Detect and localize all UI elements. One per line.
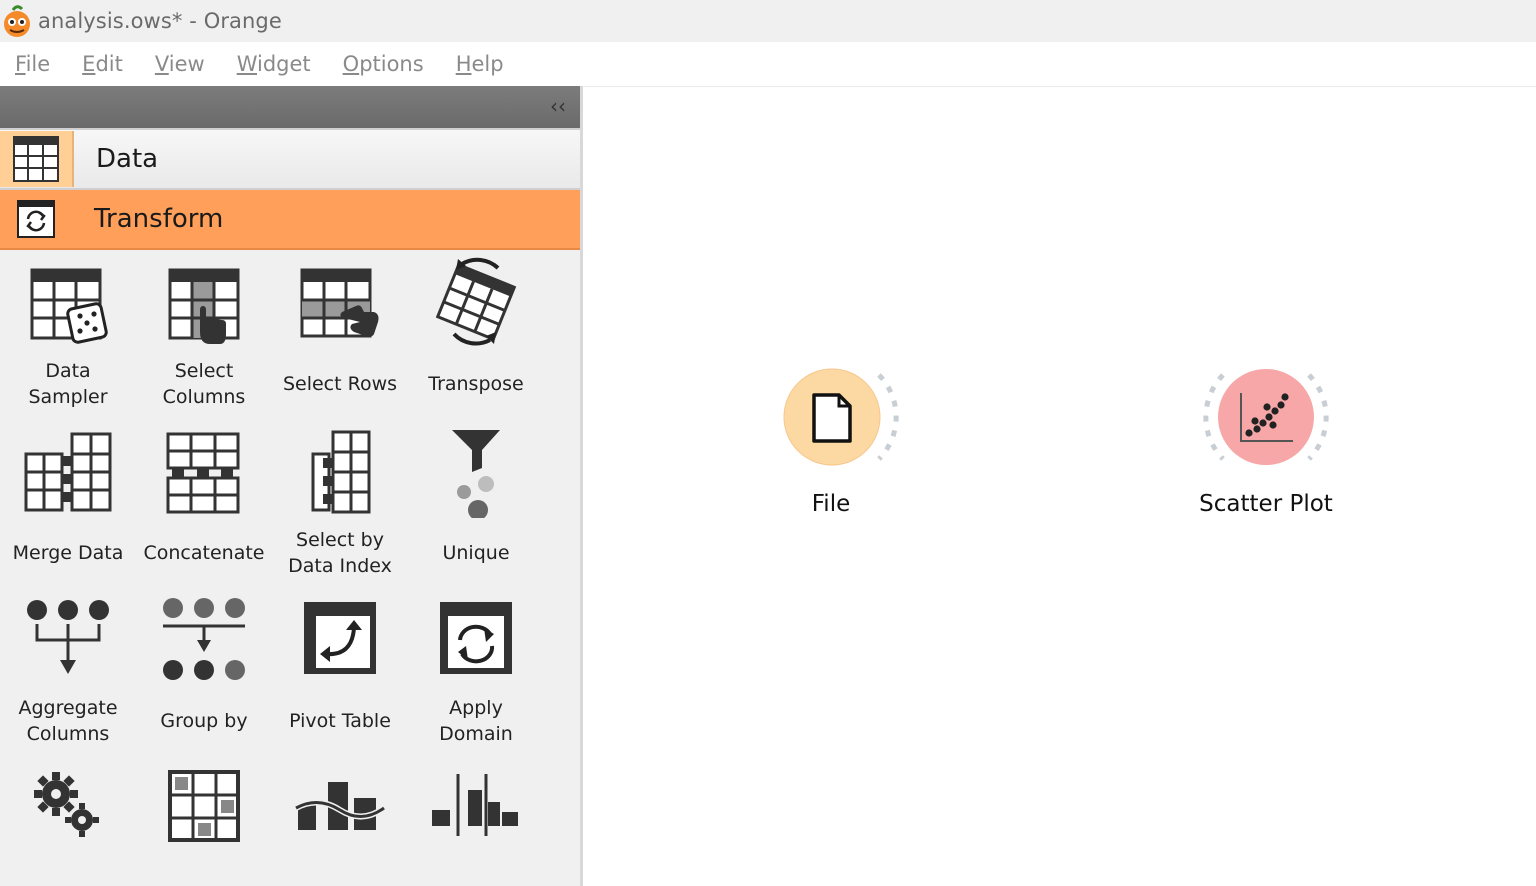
- widget-label: Aggregate Columns: [18, 697, 118, 745]
- widget-label: Transpose: [428, 373, 524, 395]
- apply-domain-icon: [440, 602, 512, 674]
- widget-aggregate-columns[interactable]: [0, 596, 136, 680]
- widget-group-by[interactable]: [136, 596, 272, 682]
- widget-concatenate[interactable]: [136, 430, 272, 516]
- widget-select-rows[interactable]: [272, 266, 408, 346]
- menu-edit[interactable]: Edit: [66, 52, 139, 76]
- menu-view[interactable]: View: [139, 52, 221, 76]
- discretize-icon: [432, 774, 518, 836]
- widget-label: Unique: [442, 542, 510, 564]
- transpose-icon: [435, 257, 517, 346]
- preprocess-icon: [34, 772, 99, 837]
- widget-label: Pivot Table: [289, 710, 391, 732]
- category-data[interactable]: Data: [0, 128, 580, 190]
- concatenate-icon: [166, 432, 240, 514]
- widget-select-columns[interactable]: [136, 266, 272, 346]
- widget-unique[interactable]: [408, 426, 544, 518]
- node-label-scatter-plot: Scatter Plot: [1199, 491, 1333, 517]
- workflow-canvas[interactable]: File Scatter Plot: [583, 87, 1536, 886]
- data-sampler-icon: [30, 268, 108, 344]
- widget-impute[interactable]: [136, 768, 272, 844]
- scatter-plot-icon: [1203, 369, 1329, 465]
- title-bar: analysis.ows* - Orange: [0, 0, 1536, 42]
- widget-label: Merge Data: [12, 542, 124, 564]
- widget-label: Select by Data Index: [288, 529, 392, 577]
- menu-widget[interactable]: Widget: [221, 52, 327, 76]
- select-rows-icon: [300, 268, 379, 338]
- widget-discretize[interactable]: [408, 770, 544, 840]
- file-icon: [783, 368, 899, 466]
- collapse-dock-button[interactable]: ‹‹: [550, 95, 566, 117]
- window-title: analysis.ows* - Orange: [38, 9, 282, 33]
- menu-bar: File Edit View Widget Options Help: [0, 42, 1536, 87]
- dock-header: ‹‹: [0, 86, 580, 128]
- aggregate-columns-icon: [27, 600, 109, 674]
- orange-app-icon: [4, 5, 30, 37]
- pivot-table-icon: [304, 602, 376, 674]
- widget-preprocess[interactable]: [0, 770, 136, 840]
- impute-icon: [168, 770, 240, 842]
- select-by-index-icon: [311, 430, 371, 514]
- widget-label: Group by: [160, 710, 248, 732]
- widget-label: Select Columns: [162, 360, 246, 408]
- widget-select-by-data-index[interactable]: [272, 428, 408, 516]
- unique-icon: [452, 430, 500, 518]
- select-columns-icon: [168, 268, 240, 344]
- widget-transpose[interactable]: [408, 256, 544, 346]
- node-label-file: File: [811, 491, 851, 517]
- widget-label: Data Sampler: [28, 360, 108, 408]
- widget-continuize[interactable]: [272, 774, 408, 834]
- widget-data-sampler[interactable]: [0, 266, 136, 346]
- category-transform[interactable]: Transform: [0, 190, 580, 250]
- continuize-icon: [294, 782, 386, 830]
- node-file[interactable]: File: [783, 367, 899, 517]
- node-scatter-plot[interactable]: Scatter Plot: [1199, 367, 1333, 517]
- widget-label: Apply Domain: [439, 697, 513, 745]
- group-by-icon: [163, 598, 245, 680]
- category-label-transform: Transform: [94, 204, 224, 234]
- widget-pivot-table[interactable]: [272, 600, 408, 676]
- transform-icon: [0, 191, 72, 247]
- table-icon: [0, 131, 74, 187]
- merge-data-icon: [24, 432, 112, 512]
- menu-options[interactable]: Options: [327, 52, 440, 76]
- widget-apply-domain[interactable]: [408, 600, 544, 676]
- menu-file[interactable]: File: [0, 52, 66, 76]
- menu-help[interactable]: Help: [440, 52, 520, 76]
- widget-merge-data[interactable]: [0, 430, 136, 514]
- category-label-data: Data: [96, 144, 159, 174]
- widget-label: Concatenate: [143, 542, 265, 564]
- widget-label: Select Rows: [282, 373, 398, 395]
- widget-toolbox: ‹‹ Data Transform Data Sampler Select Co…: [0, 86, 583, 886]
